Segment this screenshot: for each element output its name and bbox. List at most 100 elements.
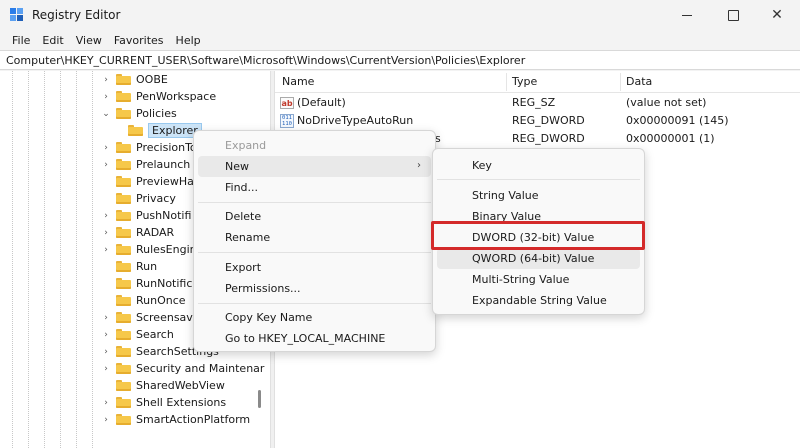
folder-icon [116,414,131,425]
tree-item-label: SharedWebView [136,379,225,392]
folder-icon [116,159,131,170]
menu-item-copy-key-name[interactable]: Copy Key Name [198,307,431,328]
tree-item-prelaunch[interactable]: › Prelaunch [100,156,190,173]
menu-item-export[interactable]: Export [198,257,431,278]
column-header-type[interactable]: Type [512,75,537,88]
string-value-icon: ab [280,97,294,109]
tree-item-label: PreviewHa [136,175,194,188]
tree-item-label: PushNotifi [136,209,192,222]
submenu-item-multi-string-value[interactable]: Multi-String Value [437,269,640,290]
tree-item-label: Policies [136,107,177,120]
chevron-right-icon[interactable]: › [100,92,112,102]
tree-item-label: OOBE [136,73,168,86]
menu-edit[interactable]: Edit [36,34,69,47]
tree-item-privacy[interactable]: Privacy [100,190,176,207]
list-row-default[interactable]: ab (Default) REG_SZ (value not set) [275,94,800,112]
column-header-data[interactable]: Data [626,75,652,88]
menu-item-expand[interactable]: Expand [198,135,431,156]
tree-item-security-and-maintenance[interactable]: › Security and Maintenar [100,360,264,377]
submenu-item-qword-value[interactable]: QWORD (64-bit) Value [437,248,640,269]
chevron-right-icon[interactable]: › [100,330,112,340]
maximize-button[interactable] [710,0,756,30]
tree-item-label: Run [136,260,158,273]
menu-help[interactable]: Help [170,34,207,47]
chevron-right-icon[interactable]: › [100,415,112,425]
chevron-right-icon[interactable]: › [100,228,112,238]
dword-value-icon: 011 110 [280,114,294,128]
chevron-right-icon[interactable]: › [100,313,112,323]
tree-item-shell-extensions[interactable]: › Shell Extensions [100,394,226,411]
tree-item-previewhandlers[interactable]: PreviewHa [100,173,194,190]
folder-icon [116,210,131,221]
tree-item-runonce[interactable]: RunOnce [100,292,186,309]
chevron-down-icon[interactable]: ⌄ [100,109,112,119]
tree-item-label: Security and Maintenar [136,362,265,375]
tree-item-runnotification[interactable]: RunNotific [100,275,192,292]
tree-item-search[interactable]: › Search [100,326,174,343]
tree-item-rulesengine[interactable]: › RulesEngin [100,241,197,258]
tree-item-penworkspace[interactable]: › PenWorkspace [100,88,216,105]
value-type: REG_DWORD [512,132,585,145]
tree-item-label: Search [136,328,174,341]
list-row-nodrivetypeautorun[interactable]: 011 110 NoDriveTypeAutoRun REG_DWORD 0x0… [275,112,800,130]
submenu-item-key[interactable]: Key [437,155,640,176]
folder-icon [116,142,131,153]
tree-item-smartactionplatform[interactable]: › SmartActionPlatform [100,411,250,428]
column-header-name[interactable]: Name [282,75,314,88]
submenu-item-expandable-string-value[interactable]: Expandable String Value [437,290,640,311]
chevron-right-icon[interactable]: › [100,75,112,85]
menu-file[interactable]: File [6,34,36,47]
minimize-button[interactable] [664,0,710,30]
tree-item-label: Privacy [136,192,176,205]
menu-view[interactable]: View [70,34,108,47]
menu-favorites[interactable]: Favorites [108,34,170,47]
menu-item-find[interactable]: Find... [198,177,431,198]
chevron-right-icon[interactable]: › [100,364,112,374]
menu-separator [198,252,431,253]
tree-item-oobe[interactable]: › OOBE [100,71,168,88]
tree-item-radar[interactable]: › RADAR [100,224,174,241]
tree-item-label: Shell Extensions [136,396,227,409]
value-data: 0x00000091 (145) [626,114,729,127]
tree-item-label: RulesEngin [136,243,197,256]
menu-item-permissions[interactable]: Permissions... [198,278,431,299]
close-button[interactable]: ✕ [754,0,800,30]
chevron-right-icon[interactable]: › [100,160,112,170]
folder-icon [116,108,131,119]
chevron-right-icon[interactable]: › [100,245,112,255]
menu-item-goto-hklm[interactable]: Go to HKEY_LOCAL_MACHINE [198,328,431,349]
tree-item-explorer[interactable]: Explorer [112,122,202,139]
tree-item-run[interactable]: Run [100,258,157,275]
tree-guide-line [60,71,61,448]
menu-separator [198,202,431,203]
list-header: Name Type Data [275,71,800,93]
column-separator[interactable] [506,73,507,91]
chevron-right-icon[interactable]: › [100,211,112,221]
folder-icon [116,363,131,374]
chevron-right-icon[interactable]: › [100,143,112,153]
menu-item-delete[interactable]: Delete [198,206,431,227]
tree-item-screensavers[interactable]: › Screensave [100,309,199,326]
tree-item-pushnotifications[interactable]: › PushNotifi [100,207,191,224]
folder-icon [116,91,131,102]
tree-guide-line [76,71,77,448]
chevron-right-icon: › [417,160,421,171]
tree-guide-line [28,71,29,448]
title-bar: Registry Editor ✕ [0,0,800,30]
chevron-right-icon[interactable]: › [100,347,112,357]
tree-guide-line [92,71,93,448]
menu-item-new[interactable]: New › [198,156,431,177]
value-data: (value not set) [626,96,707,109]
tree-item-sharedwebview[interactable]: SharedWebView [100,377,225,394]
tree-item-precisiontouchpad[interactable]: › PrecisionTo [100,139,196,156]
address-bar[interactable]: Computer\HKEY_CURRENT_USER\Software\Micr… [0,50,800,70]
tree-item-label: RunOnce [136,294,186,307]
tree-item-policies[interactable]: ⌄ Policies [100,105,177,122]
menu-item-rename[interactable]: Rename [198,227,431,248]
tree-scrollbar-thumb[interactable] [258,390,261,408]
chevron-right-icon[interactable]: › [100,398,112,408]
tree-item-label: RunNotific [136,277,193,290]
column-separator[interactable] [620,73,621,91]
tree-guide-line [44,71,45,448]
submenu-item-string-value[interactable]: String Value [437,185,640,206]
